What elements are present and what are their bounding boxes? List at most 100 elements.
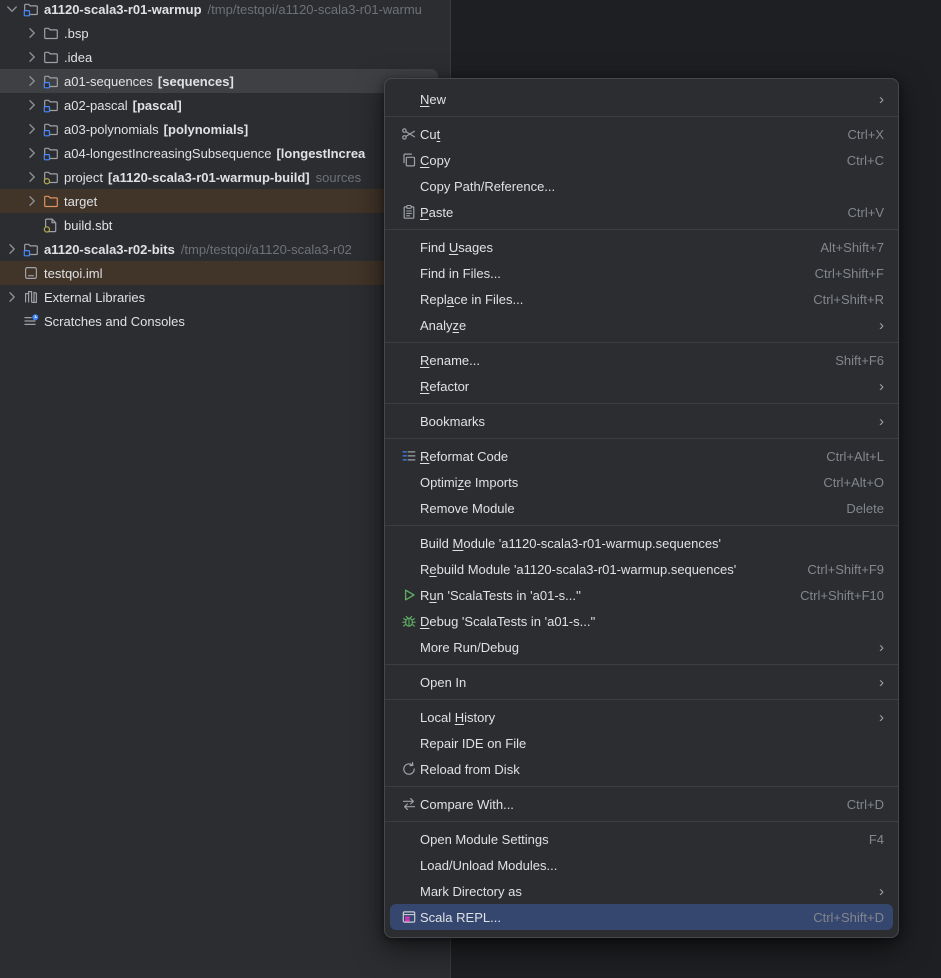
menu-item-open-module-settings[interactable]: Open Module SettingsF4 <box>385 826 898 852</box>
tree-item-a02-pascal[interactable]: a02-pascal[pascal] <box>0 93 450 117</box>
tree-item-label: External Libraries <box>44 290 145 305</box>
chevron-right-icon[interactable] <box>24 73 40 89</box>
tree-item-bsp[interactable]: .bsp <box>0 21 450 45</box>
menu-item-shortcut: F4 <box>869 832 884 847</box>
tree-item-target[interactable]: target <box>0 189 450 213</box>
menu-item-debug-scalatests-in-a01-s[interactable]: Debug 'ScalaTests in 'a01-s...'' <box>385 608 898 634</box>
tree-item-label: build.sbt <box>64 218 112 233</box>
tree-item-a1120-scala3-r02-bits[interactable]: a1120-scala3-r02-bits/tmp/testqoi/a1120-… <box>0 237 450 261</box>
menu-item-run-scalatests-in-a01-s[interactable]: Run 'ScalaTests in 'a01-s...''Ctrl+Shift… <box>385 582 898 608</box>
menu-item-find-usages[interactable]: Find UsagesAlt+Shift+7 <box>385 234 898 260</box>
tree-item-external-libraries[interactable]: External Libraries <box>0 285 450 309</box>
menu-item-paste[interactable]: PasteCtrl+V <box>385 199 898 225</box>
project-path: /tmp/testqoi/a1120-scala3-r01-warmu <box>208 2 422 17</box>
menu-item-replace-in-files[interactable]: Replace in Files...Ctrl+Shift+R <box>385 286 898 312</box>
tree-item-a03-polynomials[interactable]: a03-polynomials [polynomials] <box>0 117 450 141</box>
menu-separator <box>385 821 898 822</box>
menu-item-remove-module[interactable]: Remove Module Delete <box>385 495 898 521</box>
menu-separator <box>385 116 898 117</box>
menu-item-local-history[interactable]: Local History› <box>385 704 898 730</box>
menu-item-mark-directory-as[interactable]: Mark Directory as› <box>385 878 898 904</box>
sbt-folder-icon <box>43 169 59 185</box>
menu-item-reload-from-disk[interactable]: Reload from Disk <box>385 756 898 782</box>
submenu-arrow-icon: › <box>879 379 884 394</box>
chevron-right-icon[interactable] <box>4 241 20 257</box>
menu-item-label: Compare With... <box>420 797 514 812</box>
run-icon <box>401 587 420 603</box>
menu-separator <box>385 664 898 665</box>
menu-separator <box>385 403 898 404</box>
menu-item-reformat-code[interactable]: Reformat CodeCtrl+Alt+L <box>385 443 898 469</box>
tree-item-label: project <box>64 170 103 185</box>
menu-item-compare-with[interactable]: Compare With...Ctrl+D <box>385 791 898 817</box>
menu-item-new[interactable]: New› <box>385 86 898 112</box>
menu-item-find-in-files[interactable]: Find in Files...Ctrl+Shift+F <box>385 260 898 286</box>
module-tag: [longestIncrea <box>276 146 365 161</box>
iml-file-icon <box>23 265 39 281</box>
menu-separator <box>385 229 898 230</box>
tree-item-scratches-and-consoles[interactable]: Scratches and Consoles <box>0 309 450 333</box>
menu-item-copy[interactable]: Copy Ctrl+C <box>385 147 898 173</box>
chevron-right-icon[interactable] <box>4 289 20 305</box>
tree-item-project[interactable]: project[a1120-scala3-r01-warmup-build]so… <box>0 165 450 189</box>
tree-item-label: a1120-scala3-r02-bits <box>44 242 175 257</box>
menu-item-load-unload-modules[interactable]: Load/Unload Modules... <box>385 852 898 878</box>
menu-item-bookmarks[interactable]: Bookmarks› <box>385 408 898 434</box>
menu-item-label: Repair IDE on File <box>420 736 526 751</box>
menu-item-open-in[interactable]: Open In› <box>385 669 898 695</box>
menu-item-optimize-imports[interactable]: Optimize Imports Ctrl+Alt+O <box>385 469 898 495</box>
chevron-right-icon[interactable] <box>24 97 40 113</box>
menu-item-rename[interactable]: Rename...Shift+F6 <box>385 347 898 373</box>
menu-item-refactor[interactable]: Refactor› <box>385 373 898 399</box>
chevron-right-icon[interactable] <box>24 49 40 65</box>
scissors-icon <box>401 126 420 142</box>
project-path: /tmp/testqoi/a1120-scala3-r02 <box>181 242 352 257</box>
menu-item-shortcut: Ctrl+C <box>847 153 884 168</box>
scratches-icon <box>23 313 39 329</box>
menu-item-shortcut: Ctrl+Alt+O <box>823 475 884 490</box>
library-icon <box>23 289 39 305</box>
chevron-right-icon[interactable] <box>24 25 40 41</box>
tree-item-a1120-scala3-r01-warmup[interactable]: a1120-scala3-r01-warmup/tmp/testqoi/a112… <box>0 0 450 21</box>
menu-item-shortcut: Ctrl+Shift+D <box>813 910 884 925</box>
menu-item-label: Remove Module <box>420 501 515 516</box>
menu-item-shortcut: Ctrl+Alt+L <box>826 449 884 464</box>
menu-item-rebuild-module-a1120-scala3-r01-warmup-s[interactable]: Rebuild Module 'a1120-scala3-r01-warmup.… <box>385 556 898 582</box>
tree-item-idea[interactable]: .idea <box>0 45 450 69</box>
tree-item-build-sbt[interactable]: build.sbt <box>0 213 450 237</box>
menu-item-label: Replace in Files... <box>420 292 523 307</box>
menu-item-copy-path-reference[interactable]: Copy Path/Reference... <box>385 173 898 199</box>
menu-item-more-run-debug[interactable]: More Run/Debug› <box>385 634 898 660</box>
menu-item-analyze[interactable]: Analyze› <box>385 312 898 338</box>
chevron-right-icon[interactable] <box>24 193 40 209</box>
submenu-arrow-icon: › <box>879 318 884 333</box>
module-tag: [polynomials] <box>164 122 249 137</box>
submenu-arrow-icon: › <box>879 414 884 429</box>
menu-item-label: Copy <box>420 153 450 168</box>
menu-item-label: Cut <box>420 127 440 142</box>
tree-item-a04-longestincreasingsubsequence[interactable]: a04-longestIncreasingSubsequence[longest… <box>0 141 450 165</box>
tree-item-label: a02-pascal <box>64 98 128 113</box>
reformat-icon <box>401 448 420 464</box>
reload-icon <box>401 761 420 777</box>
menu-item-repair-ide-on-file[interactable]: Repair IDE on File <box>385 730 898 756</box>
tree-item-testqoi-iml[interactable]: testqoi.iml <box>0 261 450 285</box>
menu-item-label: Find in Files... <box>420 266 501 281</box>
menu-item-shortcut: Delete <box>846 501 884 516</box>
menu-item-label: Optimize Imports <box>420 475 518 490</box>
paste-icon <box>401 204 420 220</box>
excluded-folder-icon <box>43 193 59 209</box>
chevron-right-icon[interactable] <box>24 169 40 185</box>
tree-item-label: a03-polynomials <box>64 122 159 137</box>
chevron-right-icon[interactable] <box>24 121 40 137</box>
tree-item-a01-sequences[interactable]: a01-sequences[sequences] <box>0 69 450 93</box>
tree-item-label: target <box>64 194 97 209</box>
menu-separator <box>385 699 898 700</box>
menu-item-build-module-a1120-scala3-r01-warmup-seq[interactable]: Build Module 'a1120-scala3-r01-warmup.se… <box>385 530 898 556</box>
module-folder-icon <box>23 1 39 17</box>
chevron-down-icon[interactable] <box>4 1 20 17</box>
menu-item-label: New <box>420 92 446 107</box>
menu-item-cut[interactable]: CutCtrl+X <box>385 121 898 147</box>
menu-item-scala-repl[interactable]: Scala REPL...Ctrl+Shift+D <box>390 904 893 930</box>
chevron-right-icon[interactable] <box>24 145 40 161</box>
